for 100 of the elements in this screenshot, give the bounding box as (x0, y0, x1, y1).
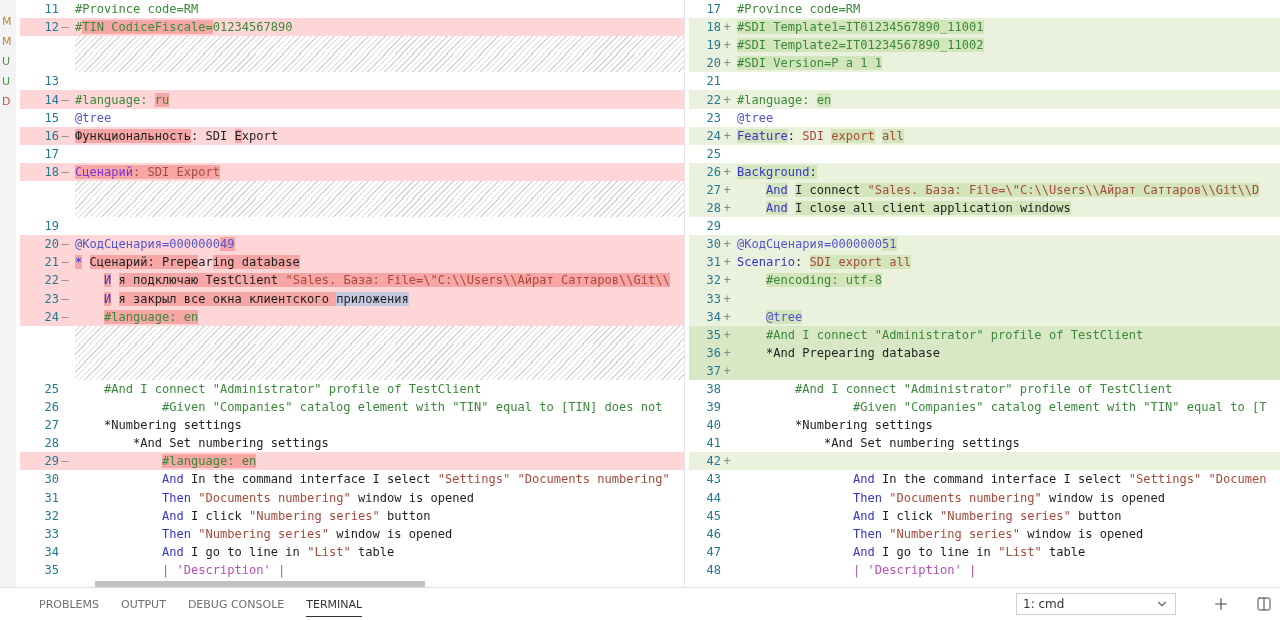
line-number: 28 (44, 436, 59, 451)
code-text: And In the command interface I select "Settings" "Documents numbering" (161, 472, 670, 487)
code-text: *And Set numbering settings (132, 436, 329, 451)
line-number: 28 (706, 201, 721, 216)
code-text: @tree (75, 110, 112, 125)
git-status-letter: M (2, 34, 12, 50)
line-number: 19 (44, 219, 59, 234)
code-text: Then "Numbering series" window is opened (852, 526, 1144, 541)
line-number: 26 (706, 164, 721, 179)
panel-tab[interactable]: PROBLEMS (39, 591, 100, 617)
line-number: 29 (706, 219, 721, 234)
code-text: | 'Description' | (161, 562, 286, 577)
code-text: #language: en (161, 454, 257, 469)
line-number: 17 (706, 2, 721, 17)
line-number: 19 (706, 38, 721, 53)
terminal-select[interactable]: 1: cmd (1016, 593, 1176, 615)
code-text: #language: en (737, 92, 832, 107)
git-status-letter: U (2, 54, 11, 70)
line-number: 23 (706, 110, 721, 125)
git-status-letter: U (2, 74, 11, 90)
line-number: 39 (706, 400, 721, 415)
line-number: 25 (706, 146, 721, 161)
line-number: 30 (706, 237, 721, 252)
line-number: 18 (706, 20, 721, 35)
code-text: And I go to line in "List" table (161, 544, 395, 559)
line-number: 17 (44, 146, 59, 161)
code-text: @tree (765, 309, 803, 324)
diff-sign: — (60, 255, 70, 270)
line-number: 38 (706, 382, 721, 396)
line-number: 24 (44, 309, 59, 324)
code-text: And I close all client application windows (765, 201, 1071, 216)
diff-sign: — (60, 273, 70, 288)
diff-sign: + (722, 164, 732, 179)
git-status-letter: D (2, 94, 11, 110)
line-number: 14 (44, 92, 59, 107)
code-text: And I connect "Sales. База: File=\"C:\\Users\\Айрат Саттаров\\Git\\D (765, 183, 1260, 197)
diff-sign: + (722, 237, 732, 252)
diff-sign: + (722, 20, 732, 35)
code-text: #encoding: utf-8 (765, 273, 883, 288)
code-text: @КодСценария=000000049 (75, 237, 235, 252)
code-text: *Numbering settings (794, 418, 933, 433)
line-number: 20 (44, 237, 59, 252)
line-number: 31 (706, 255, 721, 270)
diff-sign: — (60, 454, 70, 469)
code-text: And I go to line in "List" table (852, 544, 1086, 559)
panel-tab[interactable]: DEBUG CONSOLE (187, 591, 285, 617)
diff-sign: + (722, 291, 732, 306)
line-number: 21 (706, 74, 721, 89)
panel-tab[interactable]: TERMINAL (306, 591, 363, 617)
code-text: #SDI Template2=IT01234567890_11002 (737, 38, 984, 53)
diff-sign: — (60, 20, 70, 35)
panel-tab[interactable]: OUTPUT (121, 591, 166, 617)
code-text: #And I connect "Administrator" profile of TestClient (794, 382, 1173, 396)
scrollbar-thumb[interactable] (95, 581, 425, 588)
plus-icon[interactable] (1212, 595, 1230, 613)
line-number: 32 (706, 273, 721, 288)
line-number: 27 (706, 183, 721, 197)
code-text: @tree (737, 110, 774, 125)
code-text: #language: en (103, 309, 199, 324)
line-number: 40 (706, 418, 721, 433)
line-number: 29 (44, 454, 59, 469)
line-number: 35 (706, 327, 721, 342)
code-text: *And Set numbering settings (823, 436, 1020, 451)
diff-sign: + (722, 327, 732, 342)
code-text: @КодСценария=000000051 (737, 237, 897, 252)
line-number: 36 (706, 345, 721, 360)
diff-sign: + (722, 454, 732, 469)
line-number: 30 (44, 472, 59, 487)
line-number: 47 (706, 544, 721, 559)
code-text: And I click "Numbering series" button (852, 508, 1122, 523)
split-icon[interactable] (1256, 596, 1272, 612)
code-text: And I click "Numbering series" button (161, 508, 431, 523)
code-text: #SDI Version=P a 1 1 (737, 56, 883, 71)
code-text: | 'Description' | (852, 562, 977, 577)
line-number: 24 (706, 128, 721, 143)
line-number: 27 (44, 418, 59, 433)
diff-sign: + (722, 255, 732, 270)
line-number: 11 (44, 2, 59, 17)
line-number: 15 (44, 110, 59, 125)
line-number: 32 (44, 508, 59, 523)
line-number: 41 (706, 436, 721, 451)
diff-sign: — (60, 92, 70, 107)
diff-sign: + (722, 183, 732, 197)
line-number: 44 (706, 490, 721, 505)
code-text: #Province code=RM (75, 2, 199, 17)
line-number: 25 (44, 382, 59, 396)
line-number: 21 (44, 255, 59, 270)
line-number: 22 (706, 92, 721, 107)
code-text: Сценарий: SDI Export (75, 164, 221, 179)
line-number: 35 (44, 562, 59, 577)
diff-sign: — (60, 164, 70, 179)
line-number: 18 (44, 164, 59, 179)
diff-sign: — (60, 128, 70, 143)
diff-sign: — (60, 309, 70, 324)
code-text: И я закрыл все окна клиентского приложения (103, 291, 409, 306)
code-text: Then "Documents numbering" window is opened (852, 490, 1165, 505)
diff-sign: — (60, 237, 70, 252)
diff-sign: + (722, 201, 732, 216)
line-number: 26 (44, 400, 59, 415)
diff-sign: + (722, 38, 732, 53)
